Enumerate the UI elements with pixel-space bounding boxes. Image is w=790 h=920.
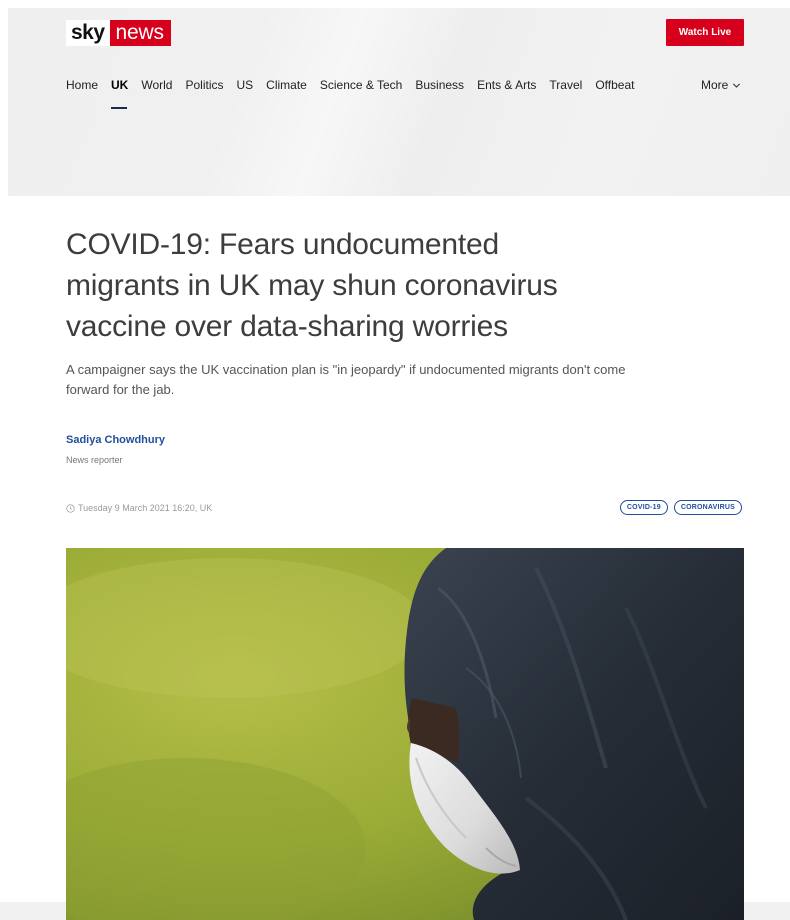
sky-news-logo[interactable]: sky news <box>66 20 171 46</box>
author-role: News reporter <box>66 455 123 465</box>
main-nav: Home UK World Politics US Climate Scienc… <box>66 78 634 109</box>
article-headline: COVID-19: Fears undocumented migrants in… <box>66 228 558 343</box>
nav-item-home[interactable]: Home <box>66 78 98 93</box>
nav-item-ents-arts[interactable]: Ents & Arts <box>477 78 536 93</box>
nav-item-travel[interactable]: Travel <box>549 78 582 93</box>
hero-photo <box>66 548 744 920</box>
timestamp-text: Tuesday 9 March 2021 16:20, UK <box>78 503 213 513</box>
logo-sky: sky <box>66 20 110 46</box>
author-name[interactable]: Sadiya Chowdhury <box>66 433 165 447</box>
hero-image <box>66 548 744 920</box>
clock-icon <box>66 503 75 513</box>
more-menu-button[interactable]: More <box>701 78 741 93</box>
nav-item-us[interactable]: US <box>237 78 254 93</box>
nav-item-offbeat[interactable]: Offbeat <box>595 78 634 93</box>
nav-item-business[interactable]: Business <box>415 78 464 93</box>
tag-covid-19[interactable]: COVID-19 <box>619 500 668 515</box>
watch-live-button[interactable]: Watch Live <box>666 19 744 46</box>
article-tags: COVID-19 CORONAVIRUS <box>619 500 742 515</box>
article-standfirst: A campaigner says the UK vaccination pla… <box>66 362 626 397</box>
nav-item-uk[interactable]: UK <box>111 78 128 109</box>
logo-news: news <box>109 20 171 46</box>
nav-item-politics[interactable]: Politics <box>185 78 223 93</box>
nav-item-science-tech[interactable]: Science & Tech <box>320 78 403 93</box>
chevron-down-icon <box>733 83 741 88</box>
tag-coronavirus[interactable]: CORONAVIRUS <box>673 500 742 515</box>
article-timestamp: Tuesday 9 March 2021 16:20, UK <box>66 502 212 514</box>
nav-item-world[interactable]: World <box>141 78 172 93</box>
more-label: More <box>701 78 729 92</box>
nav-item-climate[interactable]: Climate <box>266 78 307 93</box>
